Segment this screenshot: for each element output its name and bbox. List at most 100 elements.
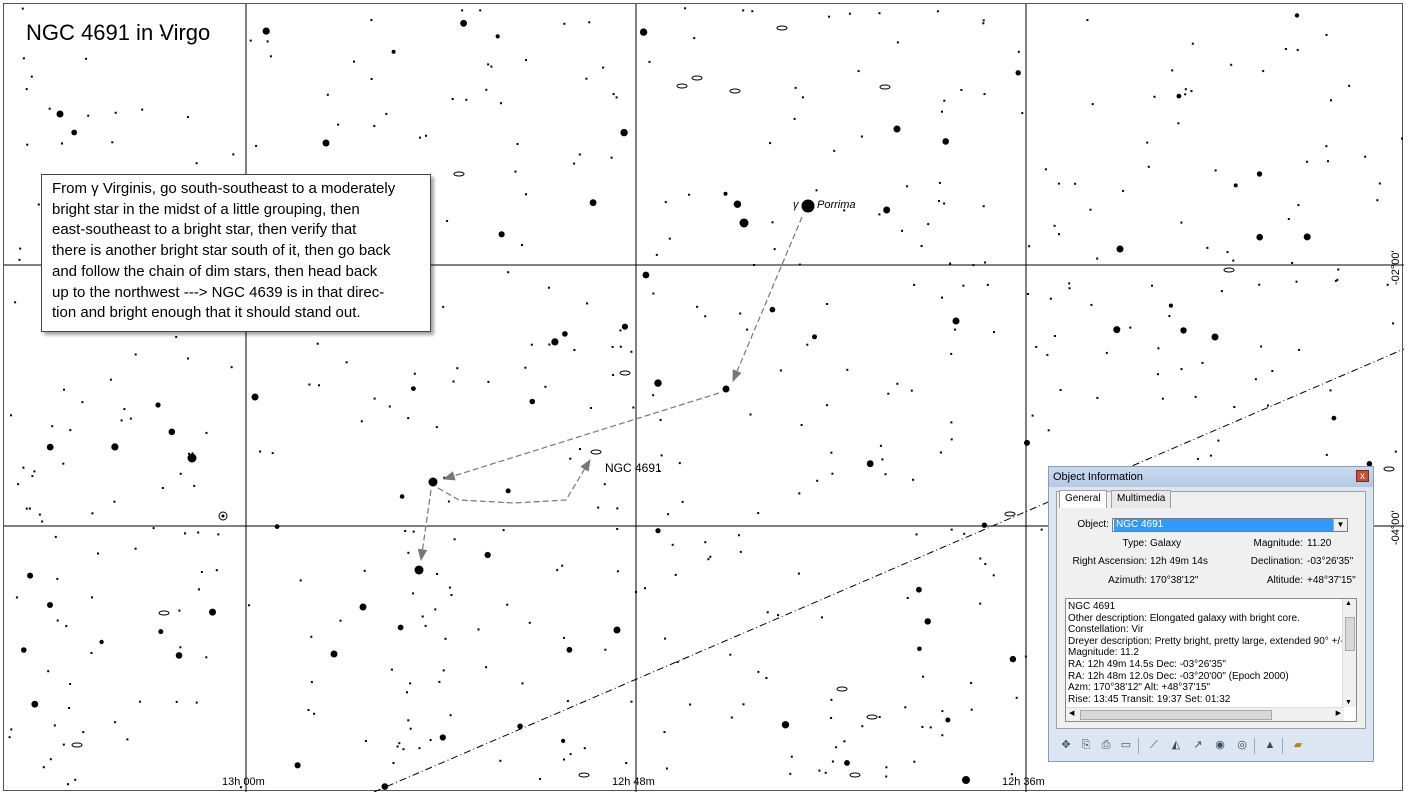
faint-star xyxy=(746,328,749,331)
star xyxy=(566,646,573,653)
faint-star xyxy=(91,596,93,599)
faint-star xyxy=(1086,19,1089,22)
faint-star xyxy=(1168,315,1171,318)
object-select[interactable]: NGC 4691 ▼ xyxy=(1112,518,1348,532)
horizontal-scrollbar[interactable]: ◀ ▶ xyxy=(1066,707,1344,721)
faint-star xyxy=(269,55,272,58)
tab-multimedia[interactable]: Multimedia xyxy=(1111,490,1172,508)
object-label-ngc4691[interactable]: NGC 4691 xyxy=(605,461,662,475)
faint-star xyxy=(1047,429,1050,432)
faint-star xyxy=(1031,414,1034,417)
faint-star xyxy=(655,253,658,256)
tab-general[interactable]: General xyxy=(1059,490,1107,508)
object-information-window[interactable]: Object Information x General Multimedia … xyxy=(1048,466,1374,762)
faint-star xyxy=(1325,33,1328,36)
faint-star xyxy=(826,404,828,407)
galaxy-symbol xyxy=(71,742,83,748)
star xyxy=(654,379,662,387)
faint-star xyxy=(668,237,671,240)
faint-star xyxy=(1157,373,1159,376)
faint-star xyxy=(10,728,13,731)
faint-star xyxy=(578,153,581,156)
faint-star xyxy=(1206,246,1209,249)
faint-star xyxy=(1096,257,1099,260)
faint-star xyxy=(831,760,834,763)
chevron-down-icon[interactable]: ▼ xyxy=(1333,519,1347,531)
star xyxy=(1256,171,1263,177)
up-icon[interactable]: ▲ xyxy=(1262,738,1278,752)
planet-icon[interactable]: ◉ xyxy=(1212,738,1228,752)
print-icon[interactable]: ⎙ xyxy=(1098,738,1114,752)
scrollbar-thumb[interactable] xyxy=(1345,617,1355,651)
faint-star xyxy=(33,470,36,473)
star xyxy=(21,647,27,653)
faint-star xyxy=(789,772,792,775)
star xyxy=(158,629,164,635)
star xyxy=(460,19,467,27)
faint-star xyxy=(563,758,565,761)
zoom-icon[interactable]: ↗ xyxy=(1190,738,1206,752)
faint-star xyxy=(21,7,24,10)
faint-star xyxy=(878,716,881,718)
faint-star xyxy=(429,739,432,742)
faint-star xyxy=(14,301,17,304)
bright-star xyxy=(428,477,438,487)
star xyxy=(942,138,949,145)
window-toolbar: ✥ ⎘ ⎙ ▭ ⟋ ◭ ↗ ◉ ◎ ▲ ▰ xyxy=(1056,735,1368,757)
faint-star xyxy=(652,394,655,397)
faint-star xyxy=(310,681,313,684)
faint-star xyxy=(1394,450,1397,453)
scroll-right-icon[interactable]: ▶ xyxy=(1336,709,1341,717)
faint-star xyxy=(820,616,823,619)
window-titlebar[interactable]: Object Information x xyxy=(1049,467,1373,487)
vertical-scrollbar[interactable]: ▲ ▼ xyxy=(1342,599,1356,707)
star xyxy=(505,488,511,494)
faint-star xyxy=(982,19,985,22)
faint-star xyxy=(123,408,126,411)
book-icon[interactable]: ▭ xyxy=(1118,738,1134,752)
faint-star xyxy=(556,569,559,572)
faint-star xyxy=(385,112,388,115)
cluster-symbol xyxy=(221,514,225,518)
faint-star xyxy=(912,478,915,481)
bright-star xyxy=(322,139,330,147)
faint-star xyxy=(407,719,410,722)
faint-star xyxy=(22,466,25,469)
description-line: NGC 4691 xyxy=(1068,601,1116,612)
scroll-left-icon[interactable]: ◀ xyxy=(1069,709,1074,717)
measure-icon[interactable]: ⟋ xyxy=(1146,738,1162,752)
scroll-down-icon[interactable]: ▼ xyxy=(1345,699,1352,706)
galaxy-symbol xyxy=(158,610,170,616)
scroll-up-icon[interactable]: ▲ xyxy=(1345,600,1352,607)
faint-star xyxy=(69,429,72,432)
faint-star xyxy=(797,572,800,575)
faint-star xyxy=(884,473,887,476)
scrollbar-thumb[interactable] xyxy=(1080,710,1272,720)
faint-star xyxy=(129,417,132,420)
faint-star xyxy=(413,372,416,375)
orbit-icon[interactable]: ◎ xyxy=(1234,738,1250,752)
faint-star xyxy=(370,78,373,80)
star xyxy=(1113,326,1121,334)
faint-star xyxy=(452,380,455,383)
chart-icon[interactable]: ◭ xyxy=(1168,738,1184,752)
faint-star xyxy=(113,500,116,503)
folder-icon[interactable]: ▰ xyxy=(1290,738,1306,752)
faint-star xyxy=(49,758,52,761)
center-icon[interactable]: ✥ xyxy=(1058,738,1074,752)
faint-star xyxy=(161,487,164,489)
faint-star xyxy=(769,142,772,145)
description-textbox[interactable]: NGC 4691 Other description: Elongated ga… xyxy=(1065,598,1357,722)
faint-star xyxy=(960,89,963,91)
faint-star xyxy=(396,745,399,748)
toolbar-separator xyxy=(1254,738,1255,754)
faint-star xyxy=(499,759,502,762)
note-line: bright star in the midst of a little gro… xyxy=(52,200,360,218)
copy-icon[interactable]: ⎘ xyxy=(1078,738,1094,752)
faint-star xyxy=(255,144,258,147)
faint-star xyxy=(757,670,760,673)
faint-star xyxy=(179,472,182,475)
close-icon[interactable]: x xyxy=(1356,470,1369,482)
faint-star xyxy=(175,700,178,703)
faint-star xyxy=(1376,199,1379,202)
